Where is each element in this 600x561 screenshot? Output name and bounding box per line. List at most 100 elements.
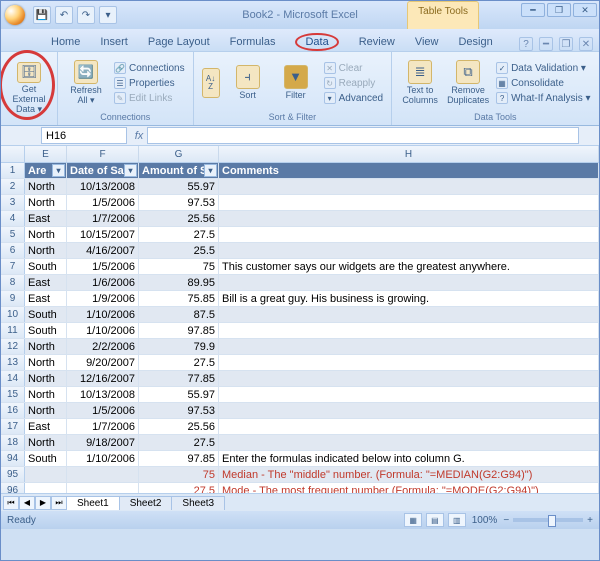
properties-button[interactable]: ☰Properties <box>112 76 187 90</box>
cell[interactable]: 1/10/2006 <box>67 307 139 322</box>
cell[interactable] <box>219 387 599 402</box>
page-layout-view-icon[interactable]: ▤ <box>426 513 444 527</box>
zoom-slider[interactable] <box>513 518 583 522</box>
connections-button[interactable]: 🔗Connections <box>112 61 187 75</box>
hdr-amount[interactable]: Amount of S▾ <box>139 163 219 178</box>
row-header[interactable]: 95 <box>1 467 25 482</box>
cell[interactable]: South <box>25 307 67 322</box>
cell[interactable] <box>219 195 599 210</box>
cell[interactable]: North <box>25 227 67 242</box>
cell[interactable]: South <box>25 259 67 274</box>
cell[interactable]: North <box>25 195 67 210</box>
cell[interactable]: 1/6/2006 <box>67 275 139 290</box>
row-header[interactable]: 10 <box>1 307 25 322</box>
consolidate-button[interactable]: ▦Consolidate <box>494 76 593 90</box>
qat-more-icon[interactable]: ▾ <box>99 6 117 24</box>
row-header[interactable]: 17 <box>1 419 25 434</box>
col-G[interactable]: G <box>139 146 219 162</box>
first-sheet-icon[interactable]: ⏮ <box>3 496 19 510</box>
cell[interactable]: North <box>25 179 67 194</box>
cell[interactable]: East <box>25 211 67 226</box>
cell[interactable]: South <box>25 451 67 466</box>
advanced-filter-button[interactable]: ▾Advanced <box>322 91 385 105</box>
row-header[interactable]: 2 <box>1 179 25 194</box>
cell[interactable]: This customer says our widgets are the g… <box>219 259 599 274</box>
cell[interactable]: 10/13/2008 <box>67 387 139 402</box>
cell[interactable]: 10/15/2007 <box>67 227 139 242</box>
doc-close-icon[interactable]: ✕ <box>579 37 593 51</box>
office-button[interactable] <box>5 5 25 25</box>
tab-formulas[interactable]: Formulas <box>220 33 286 51</box>
cell[interactable]: Enter the formulas indicated below into … <box>219 451 599 466</box>
row-header[interactable]: 94 <box>1 451 25 466</box>
help-icon[interactable]: ? <box>519 37 533 51</box>
prev-sheet-icon[interactable]: ◀ <box>19 496 35 510</box>
cell[interactable] <box>219 243 599 258</box>
reapply-filter-button[interactable]: ↻Reapply <box>322 76 385 90</box>
cell[interactable] <box>219 355 599 370</box>
cell[interactable] <box>25 467 67 482</box>
cell[interactable] <box>25 483 67 493</box>
hdr-date[interactable]: Date of Sa▾ <box>67 163 139 178</box>
cell[interactable]: 12/16/2007 <box>67 371 139 386</box>
cell[interactable]: Mode - The most frequent number (Formula… <box>219 483 599 493</box>
fx-icon[interactable]: fx <box>131 130 147 142</box>
tab-home[interactable]: Home <box>41 33 90 51</box>
sort-button[interactable]: ⫞Sort <box>226 56 270 111</box>
cell[interactable]: 2/2/2006 <box>67 339 139 354</box>
cell[interactable]: 75 <box>139 259 219 274</box>
next-sheet-icon[interactable]: ▶ <box>35 496 51 510</box>
filter-dropdown-icon[interactable]: ▾ <box>52 164 65 177</box>
row-header[interactable]: 4 <box>1 211 25 226</box>
cell[interactable] <box>219 419 599 434</box>
select-all-corner[interactable] <box>1 146 25 162</box>
cell[interactable]: 97.53 <box>139 403 219 418</box>
row-header[interactable]: 5 <box>1 227 25 242</box>
cell[interactable]: 87.5 <box>139 307 219 322</box>
cell[interactable]: 1/5/2006 <box>67 403 139 418</box>
redo-icon[interactable]: ↷ <box>77 6 95 24</box>
cell[interactable]: North <box>25 243 67 258</box>
cell[interactable]: 1/7/2006 <box>67 211 139 226</box>
cell[interactable] <box>219 179 599 194</box>
text-to-columns-button[interactable]: ≣Text to Columns <box>398 56 442 111</box>
cell[interactable]: 1/10/2006 <box>67 451 139 466</box>
tab-page-layout[interactable]: Page Layout <box>138 33 220 51</box>
cell[interactable]: 25.56 <box>139 419 219 434</box>
save-icon[interactable]: 💾 <box>33 6 51 24</box>
cell[interactable] <box>219 435 599 450</box>
cell[interactable] <box>67 483 139 493</box>
formula-input[interactable] <box>147 127 579 144</box>
cell[interactable]: North <box>25 403 67 418</box>
cell[interactable]: 75 <box>139 467 219 482</box>
tab-review[interactable]: Review <box>349 33 405 51</box>
what-if-button[interactable]: ?What-If Analysis ▾ <box>494 91 593 105</box>
cell[interactable]: 1/10/2006 <box>67 323 139 338</box>
hdr-comments[interactable]: Comments <box>219 163 599 178</box>
data-validation-button[interactable]: ✓Data Validation ▾ <box>494 61 593 75</box>
cell[interactable]: 27.5 <box>139 355 219 370</box>
cell[interactable]: 1/5/2006 <box>67 259 139 274</box>
page-break-view-icon[interactable]: ▥ <box>448 513 466 527</box>
hdr-area[interactable]: Are▾ <box>25 163 67 178</box>
cell[interactable]: 10/13/2008 <box>67 179 139 194</box>
cell[interactable] <box>219 403 599 418</box>
cell[interactable]: 79.9 <box>139 339 219 354</box>
last-sheet-icon[interactable]: ⏭ <box>51 496 67 510</box>
cell[interactable]: 25.56 <box>139 211 219 226</box>
cell[interactable]: North <box>25 387 67 402</box>
cell[interactable]: 97.85 <box>139 323 219 338</box>
row-header[interactable]: 13 <box>1 355 25 370</box>
col-H[interactable]: H <box>219 146 599 162</box>
cell[interactable]: North <box>25 355 67 370</box>
cell[interactable]: 27.5 <box>139 227 219 242</box>
sheet-tab-2[interactable]: Sheet2 <box>119 496 173 510</box>
cell[interactable]: 75.85 <box>139 291 219 306</box>
col-F[interactable]: F <box>67 146 139 162</box>
zoom-out-icon[interactable]: − <box>503 515 509 526</box>
undo-icon[interactable]: ↶ <box>55 6 73 24</box>
cell[interactable]: 1/5/2006 <box>67 195 139 210</box>
row-header[interactable]: 15 <box>1 387 25 402</box>
row-header[interactable]: 12 <box>1 339 25 354</box>
cell[interactable] <box>219 307 599 322</box>
